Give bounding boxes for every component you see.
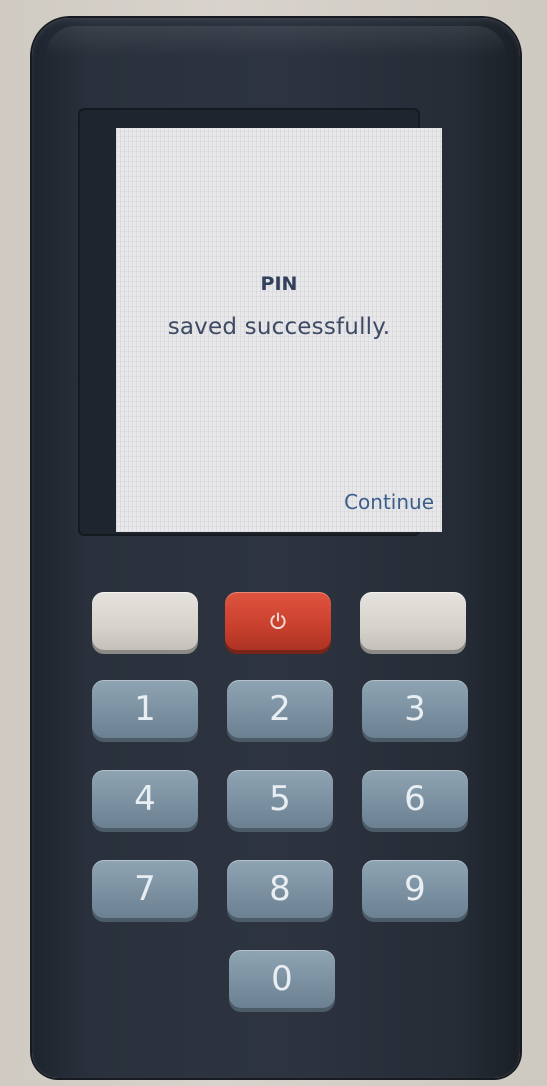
message-title: PIN	[260, 273, 298, 295]
device-screen: PIN saved successfully. Continue	[116, 128, 442, 532]
key-8[interactable]: 8	[227, 860, 333, 918]
key-3[interactable]: 3	[362, 680, 468, 738]
power-icon	[270, 612, 286, 630]
key-4[interactable]: 4	[92, 770, 198, 828]
power-button[interactable]	[225, 592, 331, 650]
key-6[interactable]: 6	[362, 770, 468, 828]
key-0[interactable]: 0	[229, 950, 335, 1008]
key-7[interactable]: 7	[92, 860, 198, 918]
device-top-rim	[46, 26, 506, 56]
key-5[interactable]: 5	[227, 770, 333, 828]
key-9[interactable]: 9	[362, 860, 468, 918]
right-softkey-button[interactable]	[360, 592, 466, 650]
key-1[interactable]: 1	[92, 680, 198, 738]
key-2[interactable]: 2	[227, 680, 333, 738]
left-softkey-button[interactable]	[92, 592, 198, 650]
message-text: saved successfully.	[167, 314, 391, 340]
continue-softkey-label[interactable]: Continue	[344, 490, 434, 514]
